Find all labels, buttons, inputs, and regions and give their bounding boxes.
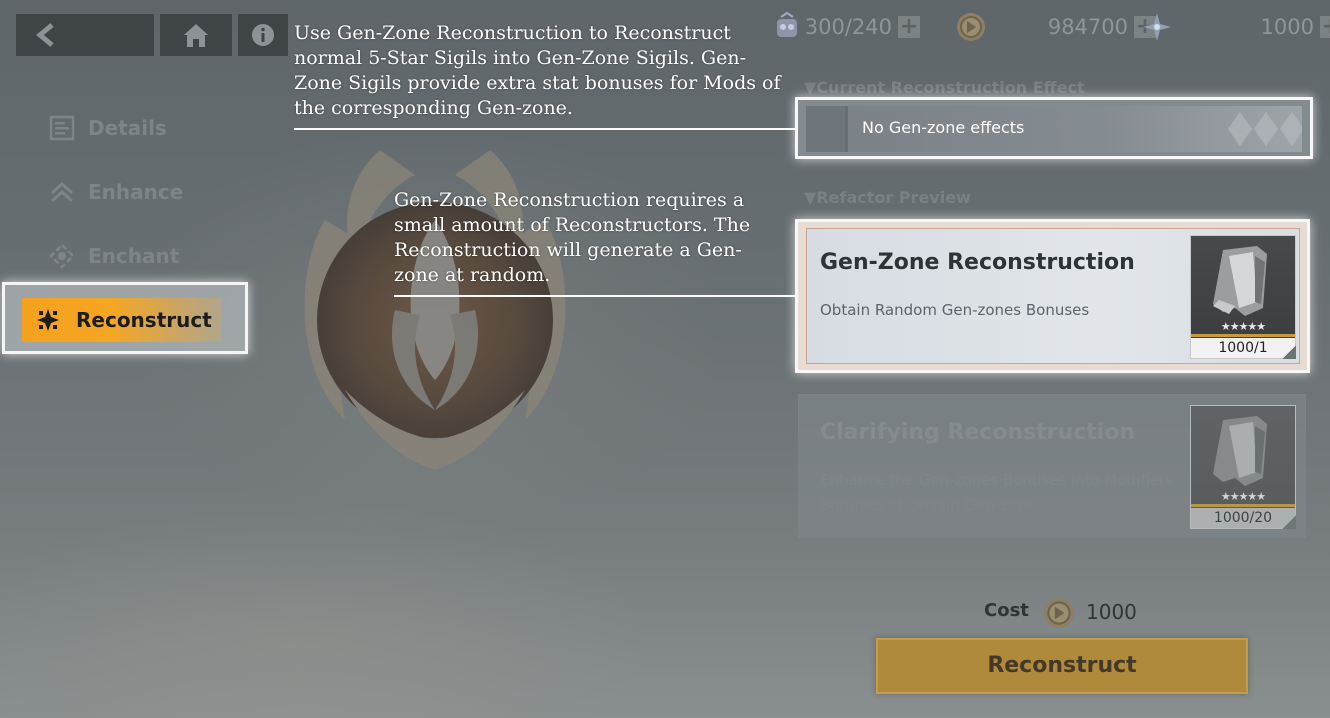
home-icon [182, 22, 210, 48]
details-icon [48, 114, 76, 142]
sidebar-item-details[interactable]: Details [48, 110, 167, 146]
cost-label: Cost [984, 600, 1029, 621]
sidebar-item-enchant[interactable]: Enchant [48, 238, 179, 274]
add-crystal-button[interactable]: + [1320, 16, 1330, 38]
gen-zone-title: Gen-Zone Reconstruction [820, 250, 1135, 275]
tutorial-text-gen-zone-reconstruction: Gen-Zone Reconstruction requires a small… [394, 189, 751, 286]
reconstructor-item[interactable]: ★★★★★ 1000/1 [1190, 235, 1296, 359]
reconstruct-button[interactable]: Reconstruct [876, 638, 1248, 694]
current-effect-value: No Gen-zone effects [862, 118, 1025, 137]
rarity-bar [1191, 334, 1295, 337]
sidebar-item-reconstruct[interactable]: Reconstruct [22, 298, 222, 342]
reconstructor-item-icon [1205, 242, 1281, 324]
info-button[interactable] [238, 14, 288, 56]
clarifier-item[interactable]: ★★★★★ 1000/20 [1190, 405, 1296, 529]
sidebar-item-label: Enchant [88, 244, 180, 268]
current-effect-title: ▼Current Reconstruction Effect [804, 78, 1085, 97]
sidebar-item-enhance[interactable]: Enhance [48, 174, 183, 210]
sidebar-item-label: Reconstruct [76, 308, 212, 332]
tutorial-pointer-line [394, 295, 796, 297]
currency-crystal: 1000 + [1140, 10, 1330, 44]
refactor-preview-title: ▼Refactor Preview [804, 188, 971, 207]
crystal-value: 1000 [1260, 15, 1314, 39]
sidebar-item-label: Enhance [88, 180, 184, 204]
back-button[interactable] [16, 14, 154, 56]
energy-value: 300/240 [804, 15, 892, 39]
coin-icon [1042, 596, 1076, 630]
currency-energy: 300/240 + [770, 10, 920, 44]
corner-notch [1282, 515, 1296, 529]
back-arrow-icon [36, 23, 56, 47]
tutorial-text-gen-zone-sigils: Use Gen-Zone Reconstruction to Reconstru… [294, 22, 781, 119]
home-button[interactable] [160, 14, 232, 56]
info-icon [250, 22, 276, 48]
enhance-icon [48, 178, 76, 206]
current-effect-slot [806, 106, 848, 152]
corner-notch [1282, 345, 1296, 359]
coin-value: 984700 [1047, 15, 1128, 39]
gen-zone-description: Obtain Random Gen-zones Bonuses [820, 301, 1090, 319]
rarity-stars: ★★★★★ [1220, 490, 1266, 503]
clarifying-title: Clarifying Reconstruction [820, 420, 1136, 445]
enchant-icon [48, 242, 76, 270]
clarifying-description: Enhance the Gen-zones Bonuses into Modif… [820, 471, 1174, 514]
item-count: 1000/1 [1191, 338, 1295, 358]
diamond-pattern-decoration [1218, 106, 1304, 152]
rarity-stars: ★★★★★ [1220, 320, 1266, 333]
currency-coin: 984700 + [954, 10, 1156, 44]
coin-icon [954, 10, 988, 44]
tutorial-pointer-line [294, 128, 796, 130]
rarity-bar [1191, 504, 1295, 507]
crystal-icon [1140, 10, 1174, 44]
reconstruct-icon [34, 306, 62, 334]
clarifier-item-icon [1205, 412, 1281, 494]
add-energy-button[interactable]: + [898, 16, 920, 38]
cost-value: 1000 [1086, 600, 1137, 624]
item-count: 1000/20 [1191, 508, 1295, 528]
sidebar-item-label: Details [88, 116, 167, 140]
